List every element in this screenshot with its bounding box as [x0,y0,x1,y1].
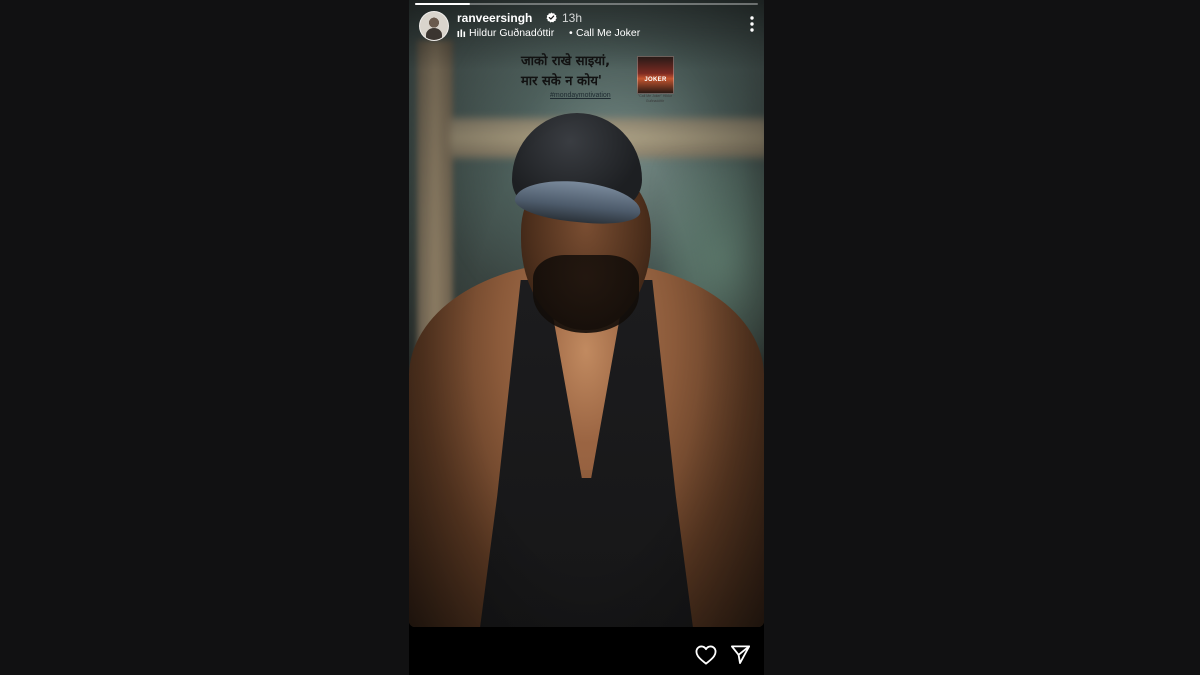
album-art-sticker[interactable]: JOKER [637,56,674,94]
send-icon[interactable] [730,644,751,665]
avatar[interactable] [419,11,449,41]
story-viewer[interactable]: जाको राखे साइयां, मार सके न कोय' #monday… [409,0,764,675]
username-link[interactable]: ranveersingh [457,11,532,25]
story-progress-bar [415,3,758,5]
poster-subtitle: "Call Me Joker" Hildur Guðnadóttir [638,94,672,103]
music-artist-link[interactable]: Hildur Guðnadóttir [469,27,554,39]
music-bars-icon [457,29,466,37]
caption-line-2: मार सके न कोय' [521,74,602,89]
poster-title: JOKER [644,77,667,83]
figure-beard [533,255,639,333]
music-song-link[interactable]: Call Me Joker [576,27,640,39]
heart-icon[interactable] [695,645,717,665]
story-timestamp: 13h [562,11,583,25]
hashtag-link[interactable]: #mondaymotivation [550,92,611,99]
story-photo[interactable]: जाको राखे साइयां, मार सके न कोय' #monday… [409,0,764,627]
page-backdrop: जाको राखे साइयां, मार सके न कोय' #monday… [0,0,1200,675]
story-caption: जाको राखे साइयां, मार सके न कोय' [521,52,651,92]
verified-badge-icon [546,12,557,23]
story-header: ranveersingh 13h Hildur Guðnadóttir • Ca… [419,10,759,42]
caption-line-1: जाको राखे साइयां, [521,54,611,69]
story-progress-fill [415,3,470,5]
music-separator: • [569,27,573,39]
story-footer [409,627,764,675]
more-options-icon[interactable] [742,14,762,34]
